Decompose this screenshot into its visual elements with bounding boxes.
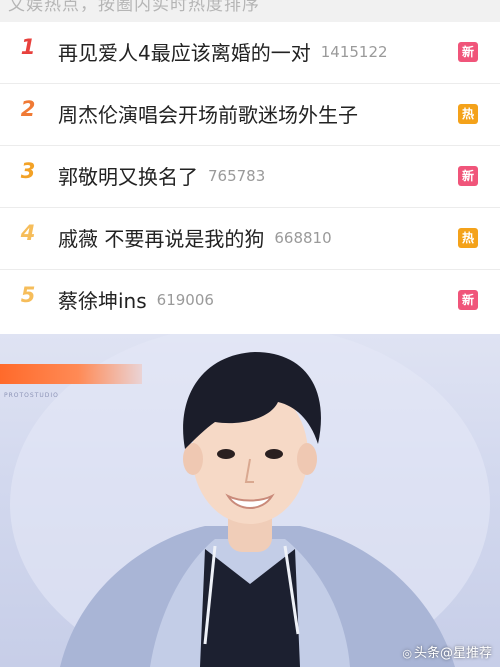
watermark: ◎ 头条@星推荐 — [402, 642, 492, 661]
rank-number: 5 — [20, 283, 36, 307]
hot-list: 1 再见爱人4最应该离婚的一对 1415122 新 2 周杰伦演唱会开场前歌迷场外… — [0, 22, 500, 334]
list-header: 文娱热点，按圈内实时热度排序 — [0, 0, 500, 22]
item-title: 蔡徐坤ins — [58, 289, 147, 313]
hot-badge: 热 — [458, 104, 478, 124]
photo: PROTOSTUDIO ◎ 头条@星推荐 — [0, 334, 500, 667]
rank-number: 1 — [20, 35, 36, 59]
camera-icon: ◎ — [402, 647, 412, 660]
list-item[interactable]: 2 周杰伦演唱会开场前歌迷场外生子 热 — [0, 84, 500, 146]
header-text: 文娱热点，按圈内实时热度排序 — [8, 0, 260, 15]
list-item[interactable]: 5 蔡徐坤ins 619006 新 — [0, 270, 500, 332]
item-count: 619006 — [156, 290, 214, 309]
item-title: 郭敬明又换名了 — [58, 165, 198, 189]
item-title: 戚薇 不要再说是我的狗 — [58, 227, 265, 251]
photo-banner — [0, 364, 142, 384]
rank-number: 3 — [20, 159, 36, 183]
item-count: 1415122 — [320, 42, 388, 61]
item-count: 668810 — [274, 228, 332, 247]
watermark-text: 头条@星推荐 — [413, 646, 492, 661]
list-item[interactable]: 4 戚薇 不要再说是我的狗 668810 热 — [0, 208, 500, 270]
rank-number: 4 — [20, 221, 36, 245]
list-item[interactable]: 1 再见爱人4最应该离婚的一对 1415122 新 — [0, 22, 500, 84]
new-badge: 新 — [458, 290, 478, 310]
list-item[interactable]: 3 郭敬明又换名了 765783 新 — [0, 146, 500, 208]
item-title: 再见爱人4最应该离婚的一对 — [58, 41, 311, 65]
hot-badge: 热 — [458, 228, 478, 248]
new-badge: 新 — [458, 166, 478, 186]
photo-caption: PROTOSTUDIO — [4, 392, 59, 399]
new-badge: 新 — [458, 42, 478, 62]
item-title: 周杰伦演唱会开场前歌迷场外生子 — [58, 103, 358, 127]
item-count: 765783 — [208, 166, 266, 185]
rank-number: 2 — [20, 97, 36, 121]
